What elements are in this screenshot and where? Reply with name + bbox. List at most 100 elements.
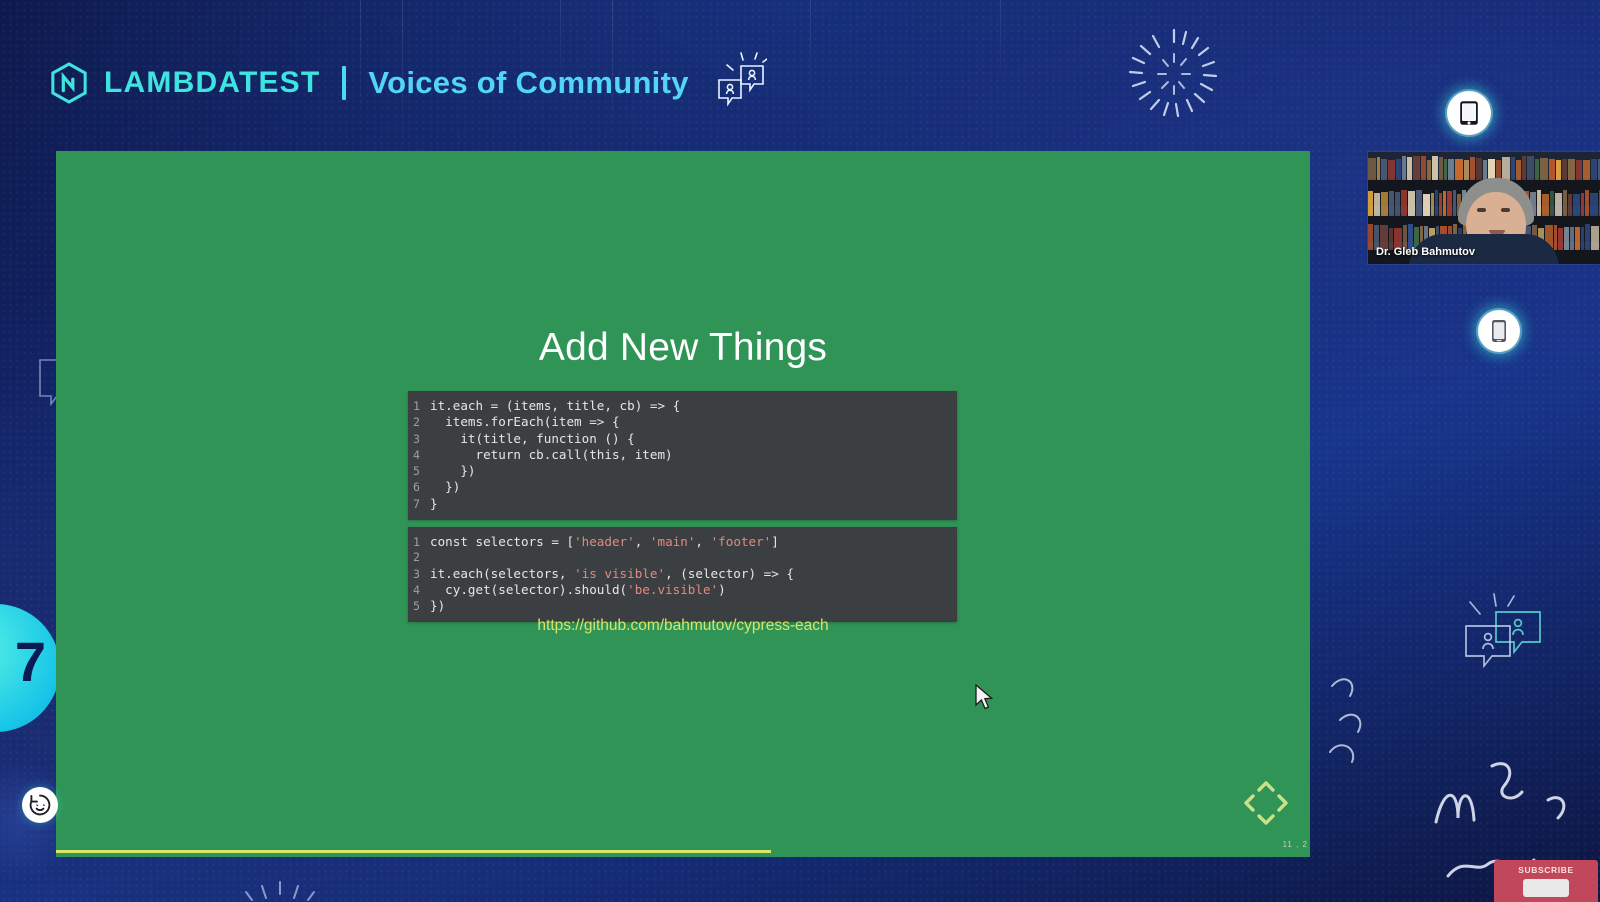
book <box>1470 157 1475 180</box>
book <box>1583 160 1590 180</box>
decorative-squiggle <box>1329 678 1362 763</box>
book <box>1502 157 1510 180</box>
tablet-device-badge[interactable] <box>1447 91 1491 135</box>
book <box>1421 156 1426 180</box>
book <box>1535 159 1539 180</box>
phone-device-badge[interactable] <box>1478 310 1520 352</box>
book <box>1377 157 1380 180</box>
book <box>1396 159 1401 180</box>
books-row <box>1368 152 1600 180</box>
book <box>1585 190 1589 216</box>
book <box>1591 226 1599 250</box>
lambdatest-logo-icon <box>51 62 87 104</box>
subscribe-label: SUBSCRIBE <box>1518 865 1574 875</box>
code-line: 6 }) <box>408 479 957 495</box>
book <box>1464 160 1469 180</box>
book <box>1483 160 1487 180</box>
code-line-number: 4 <box>413 582 420 597</box>
code-line: 5 }) <box>408 463 957 479</box>
book <box>1431 193 1434 216</box>
code-line-text: items.forEach(item => { <box>430 414 620 430</box>
code-line-number: 3 <box>413 431 420 446</box>
book <box>1427 160 1431 180</box>
firework-sparkle-icon <box>1128 28 1218 118</box>
book <box>1455 159 1463 180</box>
code-line: 7} <box>408 496 957 512</box>
code-line-number: 5 <box>413 464 420 479</box>
smiley-clock-icon <box>29 794 51 816</box>
code-line-text: return cb.call(this, item) <box>430 446 673 462</box>
event-title: Voices of Community <box>368 65 689 100</box>
book <box>1527 156 1534 180</box>
code-block-it-each-definition: 1 it.each = (items, title, cb) => {2 item… <box>408 391 957 521</box>
book <box>1570 227 1574 250</box>
book <box>1476 158 1482 180</box>
book <box>1488 159 1495 180</box>
book <box>1374 193 1380 216</box>
mouse-cursor <box>975 684 994 710</box>
code-line: 5}) <box>408 598 957 614</box>
book <box>1581 227 1584 250</box>
corner-number: 7 <box>14 630 46 693</box>
book <box>1416 190 1422 216</box>
book <box>1402 156 1406 180</box>
book <box>1585 224 1590 250</box>
code-line-text: it.each = (items, title, cb) => { <box>430 398 681 413</box>
book <box>1401 190 1407 216</box>
book <box>1439 193 1442 216</box>
code-line-text: it(title, function () { <box>430 430 635 446</box>
book <box>1381 192 1388 216</box>
book <box>1368 158 1376 180</box>
speaker-webcam-tile[interactable]: Dr. Gleb Bahmutov <box>1368 152 1600 264</box>
code-line: 1 const selectors = ['header', 'main', 'f… <box>408 534 957 550</box>
book <box>1568 159 1575 180</box>
book <box>1444 159 1447 180</box>
slide-title: Add New Things <box>538 326 828 369</box>
code-line: 2 items.forEach(item => { <box>408 414 957 430</box>
reference-url[interactable]: https://github.com/bahmutov/cypress-each <box>56 617 1310 635</box>
book <box>1439 157 1443 180</box>
subscribe-overlay[interactable]: SUBSCRIBE <box>1494 860 1598 902</box>
book <box>1540 158 1548 180</box>
book <box>1568 194 1572 216</box>
code-line-text: } <box>430 495 438 511</box>
book <box>1388 160 1395 180</box>
nav-arrows-diamond-icon[interactable] <box>1240 777 1292 829</box>
header-divider <box>342 66 347 100</box>
code-line-number: 7 <box>413 496 420 511</box>
code-line-number: 2 <box>413 415 420 430</box>
stream-header: LAMBDATEST Voices of Community <box>50 52 767 114</box>
subscribe-thumbnail <box>1523 879 1569 897</box>
speaker-name-label: Dr. Gleb Bahmutov <box>1376 246 1476 258</box>
code-line: 4 cy.get(selector).should('be.visible') <box>408 582 957 598</box>
code-line: 3 it(title, function () { <box>408 431 957 447</box>
slide-progress-bar <box>56 850 771 853</box>
bg-drip <box>810 0 811 110</box>
reaction-badge[interactable] <box>22 787 58 823</box>
book <box>1447 191 1452 216</box>
code-line-number: 2 <box>413 550 420 565</box>
book <box>1381 159 1387 180</box>
corner-cyan-badge: 7 <box>0 604 60 732</box>
book <box>1511 157 1515 180</box>
book <box>1448 159 1454 180</box>
slide-page-indicator: 11 , 2 <box>1282 840 1308 849</box>
mobile-phone-icon <box>1492 320 1506 342</box>
code-line-number: 3 <box>413 566 420 581</box>
bg-drip <box>1000 0 1001 80</box>
book <box>1368 224 1373 250</box>
book <box>1413 156 1420 180</box>
code-line-text: }) <box>430 479 461 495</box>
book <box>1564 227 1569 250</box>
book <box>1408 191 1415 216</box>
code-line: 3 it.each(selectors, 'is visible', (selec… <box>408 566 957 582</box>
webinar-stream-screen: LAMBDATEST Voices of Community Add New T… <box>0 0 1600 902</box>
book <box>1550 191 1554 216</box>
book <box>1558 228 1563 250</box>
book <box>1575 227 1580 250</box>
book <box>1395 192 1400 216</box>
book <box>1563 190 1567 216</box>
book <box>1435 190 1438 216</box>
decorative-speech-bubbles-icon <box>1465 593 1541 669</box>
shared-slide[interactable]: Add New Things 1 it.each = (items, title,… <box>56 151 1310 857</box>
